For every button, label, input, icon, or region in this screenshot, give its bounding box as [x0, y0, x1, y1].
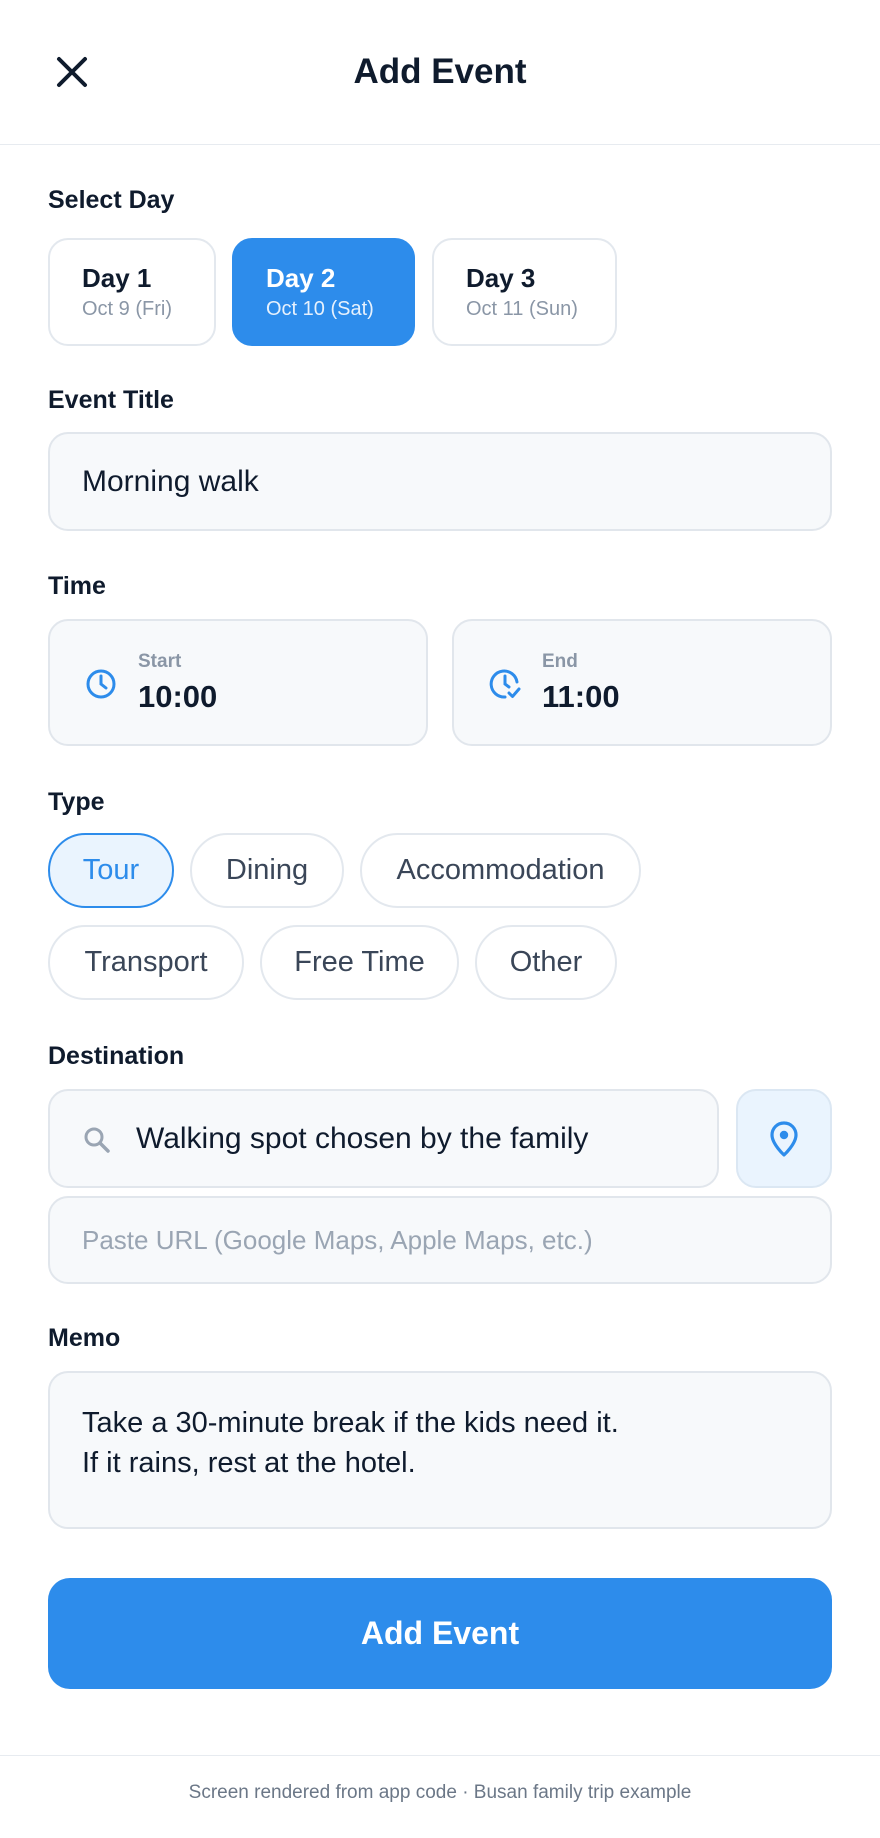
type-chip-free-time[interactable]: Free Time: [260, 925, 459, 1000]
event-title-input[interactable]: Morning walk: [48, 432, 832, 531]
type-chip-tour[interactable]: Tour: [48, 833, 174, 908]
memo-line-2: If it rains, rest at the hotel.: [82, 1447, 416, 1479]
end-time-value: 11:00: [542, 679, 620, 714]
destination-search-input[interactable]: Walking spot chosen by the family: [48, 1089, 719, 1188]
page-title: Add Event: [353, 52, 527, 91]
time-label: Time: [48, 572, 106, 600]
day-date: Oct 9 (Fri): [82, 298, 172, 320]
day-card-2[interactable]: Day 2 Oct 10 (Sat): [232, 238, 415, 346]
day-card-3[interactable]: Day 3 Oct 11 (Sun): [432, 238, 617, 346]
type-chip-dining[interactable]: Dining: [190, 833, 344, 908]
day-name: Day 1: [82, 263, 152, 293]
type-chip-other[interactable]: Other: [475, 925, 617, 1000]
footer-note: Screen rendered from app code · Busan fa…: [188, 1782, 692, 1803]
memo-line-1: Take a 30-minute break if the kids need …: [82, 1407, 619, 1439]
event-title-label: Event Title: [48, 386, 174, 414]
event-title-value: Morning walk: [82, 464, 259, 498]
day-name: Day 3: [466, 263, 536, 293]
day-name: Day 2: [266, 263, 336, 293]
map-pin-icon: [770, 1120, 798, 1157]
start-time-field[interactable]: Start 10:00: [48, 619, 428, 746]
destination-label: Destination: [48, 1042, 185, 1070]
url-input[interactable]: [48, 1196, 832, 1284]
search-icon: [84, 1127, 110, 1153]
day-date: Oct 11 (Sun): [466, 298, 578, 320]
day-date: Oct 10 (Sat): [266, 298, 374, 320]
destination-value: Walking spot chosen by the family: [136, 1121, 589, 1155]
start-time-value: 10:00: [138, 679, 218, 714]
select-day-label: Select Day: [48, 186, 175, 214]
start-time-label: Start: [138, 651, 182, 672]
clock-icon: [86, 669, 116, 699]
end-time-field[interactable]: End 11:00: [452, 619, 832, 746]
type-chip-accommodation[interactable]: Accommodation: [360, 833, 641, 908]
type-chip-transport[interactable]: Transport: [48, 925, 244, 1000]
map-pin-button[interactable]: [736, 1089, 832, 1188]
memo-textarea[interactable]: Take a 30-minute break if the kids need …: [48, 1371, 832, 1529]
type-label: Type: [48, 788, 105, 816]
footer-divider: [0, 1755, 880, 1756]
clock-check-icon: [489, 669, 521, 699]
header: Add Event: [0, 0, 880, 145]
day-card-1[interactable]: Day 1 Oct 9 (Fri): [48, 238, 216, 346]
add-event-button[interactable]: Add Event: [48, 1578, 832, 1689]
end-time-label: End: [542, 651, 578, 672]
memo-label: Memo: [48, 1324, 121, 1352]
